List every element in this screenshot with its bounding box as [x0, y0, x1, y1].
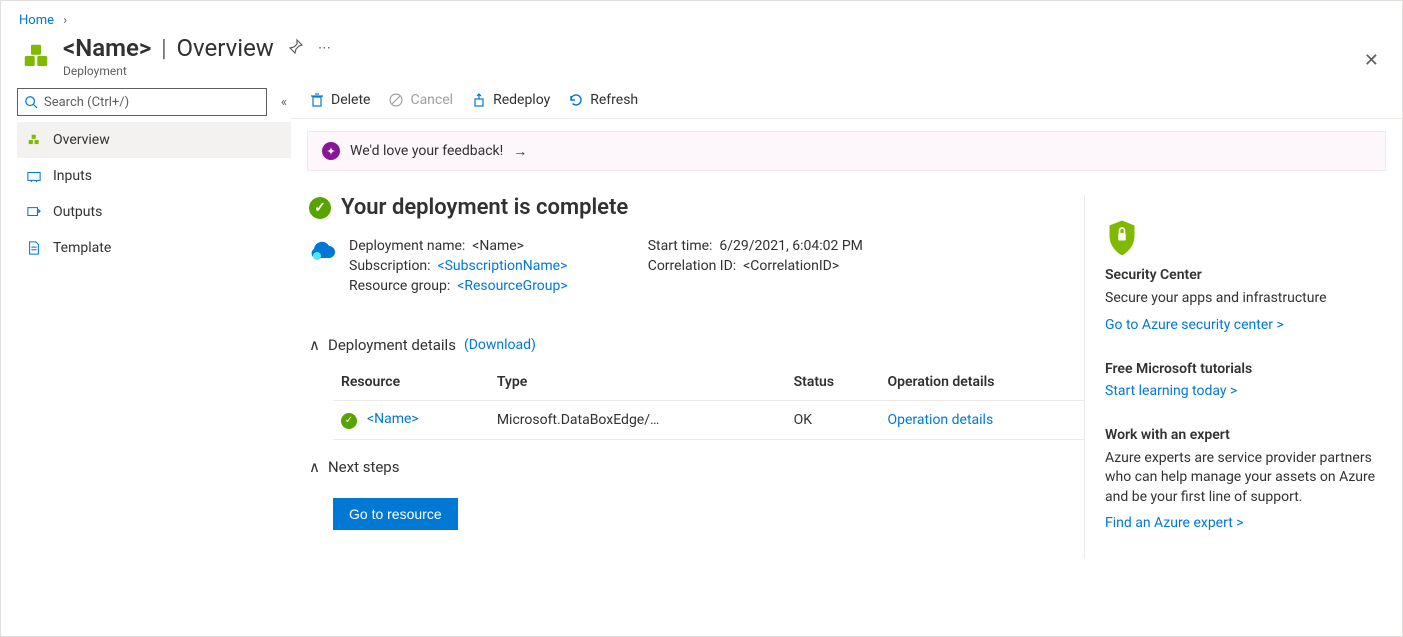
right-panel: Security Center Secure your apps and inf… [1084, 195, 1384, 559]
sidebar-item-inputs[interactable]: Inputs [17, 158, 291, 194]
col-status: Status [786, 364, 880, 401]
feedback-text: We'd love your feedback! [350, 143, 503, 159]
col-op: Operation details [879, 364, 1084, 401]
more-icon[interactable]: ⋯ [318, 41, 331, 56]
redeploy-button[interactable]: Redeploy [471, 92, 550, 108]
success-icon: ✓ [309, 197, 331, 219]
tutorials-title: Free Microsoft tutorials [1105, 361, 1384, 377]
deployment-details-table: Resource Type Status Operation details ✓… [333, 364, 1084, 440]
start-time-label: Start time: [648, 238, 713, 254]
cloud-icon [309, 240, 337, 318]
template-icon [27, 241, 43, 255]
status-title: ✓ Your deployment is complete [309, 195, 1084, 220]
resource-group-label: Resource group: [349, 278, 450, 294]
chevron-right-icon: › [63, 13, 67, 28]
refresh-button[interactable]: Refresh [568, 92, 638, 108]
subscription-label: Subscription: [349, 258, 431, 274]
collapse-sidebar-icon[interactable]: « [277, 91, 291, 114]
resource-group-link[interactable]: <ResourceGroup> [457, 278, 568, 294]
download-link[interactable]: (Download) [464, 337, 536, 353]
page-subtitle: Deployment [63, 64, 331, 78]
sidebar-item-label: Overview [53, 132, 110, 148]
search-input[interactable]: Search (Ctrl+/) [17, 88, 267, 116]
start-time-value: 6/29/2021, 6:04:02 PM [719, 238, 863, 254]
inputs-icon [27, 169, 43, 183]
correlation-id-value: <CorrelationID> [743, 258, 839, 274]
pin-icon[interactable] [288, 38, 304, 58]
sidebar-item-overview[interactable]: Overview [17, 122, 291, 158]
chevron-up-icon: ∧ [309, 336, 320, 354]
expert-title: Work with an expert [1105, 427, 1384, 443]
outputs-icon [27, 205, 43, 219]
sidebar: Search (Ctrl+/) « Overview Inputs Output… [1, 82, 291, 627]
resource-icon [19, 39, 53, 73]
operation-details-link[interactable]: Operation details [887, 412, 993, 428]
next-steps-header[interactable]: ∧ Next steps [309, 458, 1084, 476]
security-center-text: Secure your apps and infrastructure [1105, 289, 1384, 309]
sidebar-item-outputs[interactable]: Outputs [17, 194, 291, 230]
col-type: Type [489, 364, 786, 401]
page-header: <Name> | Overview ⋯ Deployment [1, 34, 1402, 82]
deployment-details-header[interactable]: ∧ Deployment details (Download) [309, 336, 1084, 354]
go-to-resource-button[interactable]: Go to resource [333, 498, 458, 530]
table-row: ✓ <Name> Microsoft.DataBoxEdge/… OK Opera… [333, 401, 1084, 440]
expert-text: Azure experts are service provider partn… [1105, 449, 1384, 508]
search-placeholder: Search (Ctrl+/) [44, 95, 129, 110]
type-value: Microsoft.DataBoxEdge/… [489, 401, 786, 440]
status-value: OK [786, 401, 880, 440]
breadcrumb: Home › [1, 1, 1402, 34]
feedback-bar[interactable]: ✦ We'd love your feedback! → [307, 131, 1386, 171]
shield-icon [1105, 219, 1139, 257]
sidebar-item-label: Inputs [53, 168, 92, 184]
overview-icon [27, 133, 43, 147]
arrow-right-icon: → [513, 143, 527, 160]
deployment-name-value: <Name> [472, 238, 524, 254]
resource-link[interactable]: <Name> [367, 411, 419, 427]
chevron-up-icon: ∧ [309, 458, 320, 476]
breadcrumb-home[interactable]: Home [19, 13, 54, 28]
correlation-id-label: Correlation ID: [648, 258, 736, 274]
toolbar: Delete Cancel Redeploy Refresh [291, 82, 1402, 119]
success-icon: ✓ [341, 413, 357, 429]
col-resource: Resource [333, 364, 489, 401]
sidebar-item-label: Template [53, 240, 111, 256]
subscription-link[interactable]: <SubscriptionName> [438, 258, 568, 274]
feedback-icon: ✦ [322, 142, 340, 160]
page-title: <Name> | Overview [63, 34, 274, 62]
security-center-title: Security Center [1105, 267, 1384, 283]
sidebar-item-label: Outputs [53, 204, 102, 220]
expert-link[interactable]: Find an Azure expert > [1105, 515, 1384, 531]
close-icon[interactable]: ✕ [1364, 50, 1379, 71]
sidebar-item-template[interactable]: Template [17, 230, 291, 266]
deployment-name-label: Deployment name: [349, 238, 465, 254]
security-center-link[interactable]: Go to Azure security center > [1105, 317, 1384, 333]
cancel-button: Cancel [388, 92, 453, 108]
delete-button[interactable]: Delete [309, 92, 370, 108]
tutorials-link[interactable]: Start learning today > [1105, 383, 1384, 399]
